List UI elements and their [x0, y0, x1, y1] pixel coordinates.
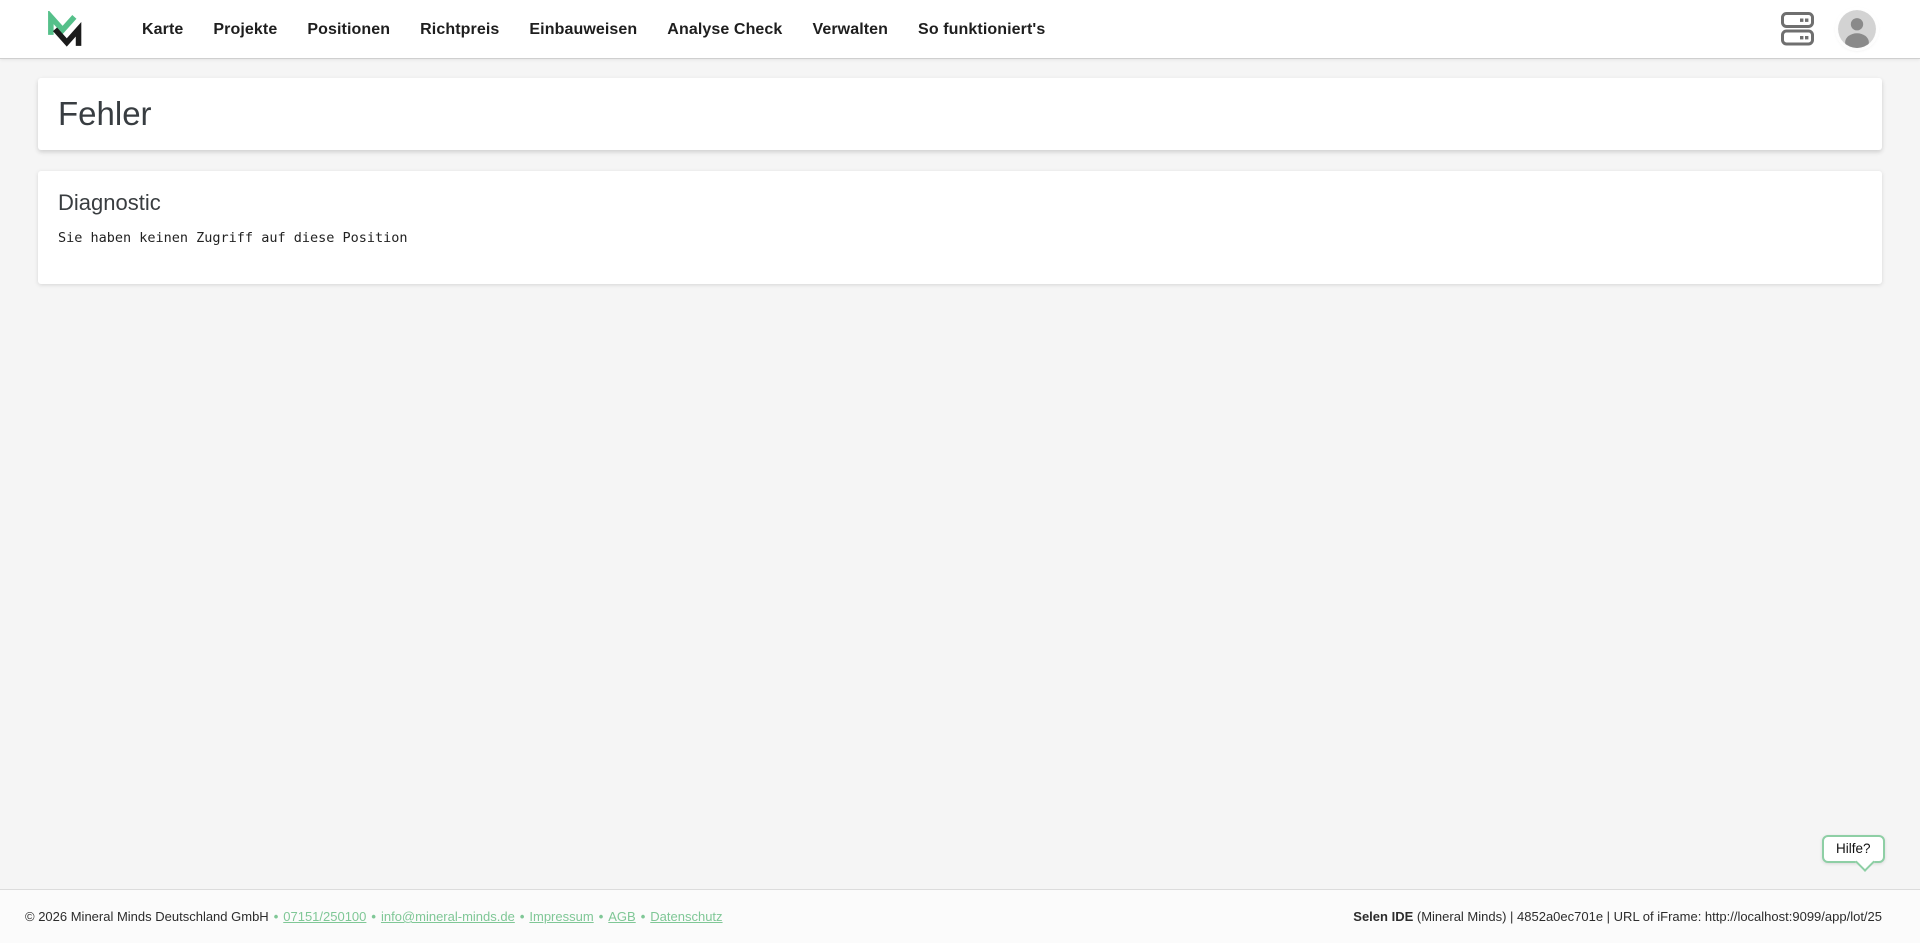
footer-separator: •	[371, 909, 376, 924]
ide-details: (Mineral Minds) | 4852a0ec701e | URL of …	[1413, 909, 1882, 924]
footer-separator: •	[640, 909, 646, 924]
header-actions	[1781, 10, 1876, 48]
ide-name: Selen IDE	[1353, 909, 1414, 924]
top-navigation-bar: Karte Projekte Positionen Richtpreis Ein…	[0, 0, 1920, 59]
footer-link-phone[interactable]: 07151/250100	[283, 909, 366, 924]
footer-link-agb[interactable]: AGB	[608, 909, 635, 924]
user-avatar[interactable]	[1838, 10, 1876, 48]
user-silhouette-icon	[1838, 10, 1876, 48]
diagnostic-message: Sie haben keinen Zugriff auf diese Posit…	[58, 230, 408, 246]
nav-item-positionen[interactable]: Positionen	[307, 0, 390, 59]
nav-item-projekte[interactable]: Projekte	[213, 0, 277, 59]
diagnostic-card: Diagnostic Sie haben keinen Zugriff auf …	[38, 171, 1882, 284]
footer-link-datenschutz[interactable]: Datenschutz	[650, 909, 722, 924]
main-nav: Karte Projekte Positionen Richtpreis Ein…	[142, 0, 1045, 59]
footer-right: Selen IDE (Mineral Minds) | 4852a0ec701e…	[1353, 909, 1882, 924]
page-title: Fehler	[58, 95, 152, 132]
footer-link-impressum[interactable]: Impressum	[529, 909, 593, 924]
footer-left: © 2026 Mineral Minds Deutschland GmbH • 07…	[25, 909, 723, 924]
help-button-label: Hilfe?	[1836, 841, 1871, 856]
server-stack-icon[interactable]	[1781, 12, 1814, 46]
footer-separator: •	[273, 909, 279, 924]
mineral-minds-logo[interactable]	[46, 10, 82, 49]
nav-item-einbauweisen[interactable]: Einbauweisen	[529, 0, 637, 59]
help-button[interactable]: Hilfe?	[1822, 835, 1885, 863]
nav-item-analyse-check[interactable]: Analyse Check	[667, 0, 782, 59]
footer-separator: •	[598, 909, 604, 924]
nav-item-so-funktionierts[interactable]: So funktioniert's	[918, 0, 1045, 59]
nav-item-verwalten[interactable]: Verwalten	[812, 0, 888, 59]
nav-item-richtpreis[interactable]: Richtpreis	[420, 0, 499, 59]
page-title-card: Fehler	[38, 78, 1882, 150]
footer: © 2026 Mineral Minds Deutschland GmbH • 07…	[0, 889, 1920, 943]
footer-link-email[interactable]: info@mineral-minds.de	[381, 909, 515, 924]
main-content: Fehler Diagnostic Sie haben keinen Zugri…	[0, 59, 1920, 889]
copyright-text: © 2026 Mineral Minds Deutschland GmbH	[25, 909, 269, 924]
nav-item-karte[interactable]: Karte	[142, 0, 183, 59]
footer-separator: •	[519, 909, 525, 924]
diagnostic-heading: Diagnostic	[58, 190, 161, 215]
